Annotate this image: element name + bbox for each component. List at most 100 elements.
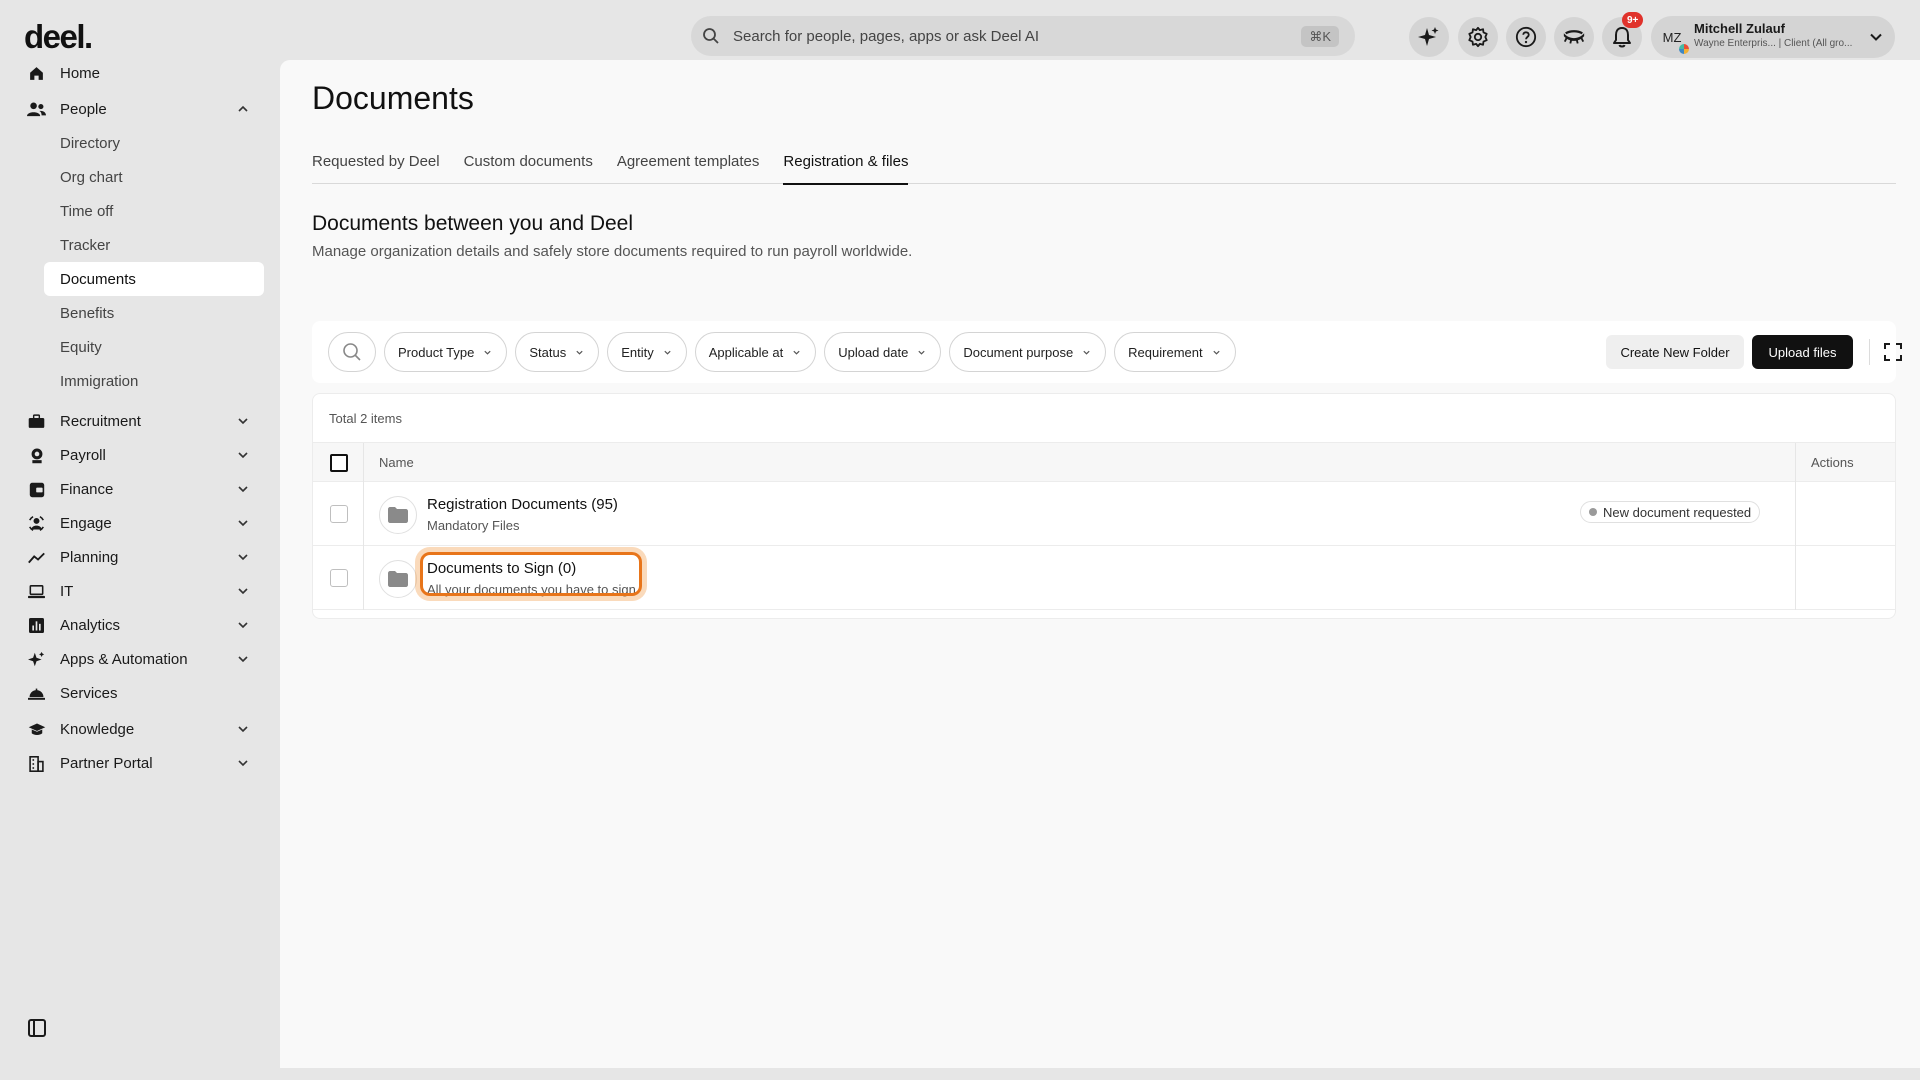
- filter-label: Upload date: [838, 344, 909, 360]
- filter-applicable-at[interactable]: Applicable at: [694, 332, 817, 372]
- sidebar-subitem-immigration[interactable]: Immigration: [0, 364, 280, 398]
- settings-button[interactable]: [1458, 17, 1498, 57]
- upload-files-button[interactable]: Upload files: [1752, 335, 1853, 369]
- sidebar-item-label: People: [60, 100, 107, 118]
- total-count: Total 2 items: [329, 411, 402, 426]
- chevron-down-icon[interactable]: [236, 448, 250, 462]
- filter-label: Requirement: [1128, 344, 1203, 360]
- sidebar-item-planning[interactable]: Planning: [0, 540, 280, 574]
- search-input[interactable]: [733, 16, 1253, 56]
- sidebar-item-label: Partner Portal: [60, 754, 153, 772]
- chevron-down-icon: [1870, 33, 1882, 41]
- chevron-down-icon[interactable]: [236, 652, 250, 666]
- filter-product-type[interactable]: Product Type: [384, 332, 508, 372]
- chevron-down-icon[interactable]: [236, 482, 250, 496]
- tab-registration-files[interactable]: Registration & files: [783, 152, 909, 185]
- chevron-down-icon: [1212, 350, 1220, 355]
- sidebar-item-label: Analytics: [60, 616, 121, 634]
- sidebar-item-finance[interactable]: Finance: [0, 472, 280, 506]
- sidebar-item-payroll[interactable]: Payroll: [0, 438, 280, 472]
- chevron-down-icon[interactable]: [236, 584, 250, 598]
- folder-title[interactable]: Documents to Sign (0): [427, 560, 576, 577]
- chevron-down-icon[interactable]: [236, 722, 250, 736]
- sidebar-subitem-label: Directory: [60, 134, 121, 152]
- sidebar-subitem-org-chart[interactable]: Org chart: [0, 160, 280, 194]
- sidebar-subitem-tracker[interactable]: Tracker: [0, 228, 280, 262]
- sidebar-item-label: Services: [60, 684, 118, 702]
- sidebar-subitem-benefits[interactable]: Benefits: [0, 296, 280, 330]
- sidebar-item-engage[interactable]: Engage: [0, 506, 280, 540]
- people-icon: [27, 100, 46, 119]
- select-all-checkbox[interactable]: [330, 454, 348, 472]
- global-search[interactable]: ⌘K: [691, 16, 1355, 56]
- sidebar-subitem-label: Benefits: [60, 304, 115, 322]
- column-header-actions: Actions: [1811, 455, 1854, 470]
- column-divider: [363, 482, 364, 546]
- sidebar-subitem-label: Org chart: [60, 168, 123, 186]
- filter-status[interactable]: Status: [515, 332, 600, 372]
- notification-badge: 9+: [1622, 12, 1644, 28]
- filter-requirement[interactable]: Requirement: [1114, 332, 1236, 372]
- sidebar-collapse-icon[interactable]: [28, 1019, 46, 1037]
- sidebar-item-services[interactable]: Services: [0, 676, 280, 710]
- sidebar-item-home[interactable]: Home: [0, 56, 280, 90]
- folder-icon: [379, 560, 417, 598]
- status-dot: [1589, 508, 1597, 516]
- chevron-down-icon[interactable]: [236, 550, 250, 564]
- filter-label: Product Type: [398, 344, 475, 360]
- search-icon: [703, 28, 719, 44]
- deel-logo[interactable]: deel.: [24, 18, 93, 56]
- tab-custom-documents[interactable]: Custom documents: [464, 152, 593, 184]
- documents-table: Total 2 items Name Actions Registration …: [312, 393, 1896, 619]
- chevron-down-icon[interactable]: [236, 414, 250, 428]
- column-header-name[interactable]: Name: [379, 455, 414, 470]
- divider: [1869, 339, 1870, 365]
- column-divider: [1795, 546, 1796, 610]
- help-button[interactable]: [1506, 17, 1546, 57]
- column-divider: [363, 546, 364, 610]
- sidebar-item-analytics[interactable]: Analytics: [0, 608, 280, 642]
- chevron-down-icon[interactable]: [236, 516, 250, 530]
- chevron-down-icon: [664, 350, 671, 355]
- user-profile-menu[interactable]: MZ Mitchell Zulauf Wayne Enterpris... | …: [1651, 16, 1895, 58]
- sidebar-subitem-equity[interactable]: Equity: [0, 330, 280, 364]
- filter-document-purpose[interactable]: Document purpose: [949, 332, 1107, 372]
- table-row[interactable]: Documents to Sign (0) All your documents…: [313, 546, 1895, 610]
- finance-icon: [27, 480, 46, 499]
- chevron-up-icon[interactable]: [236, 102, 250, 116]
- expand-icon[interactable]: [1883, 342, 1903, 362]
- sidebar-item-recruitment[interactable]: Recruitment: [0, 404, 280, 438]
- chevron-down-icon[interactable]: [236, 618, 250, 632]
- column-divider: [363, 443, 364, 483]
- sidebar-item-people[interactable]: People: [0, 92, 280, 126]
- sidebar-item-apps-automation[interactable]: Apps & Automation: [0, 642, 280, 676]
- search-shortcut: ⌘K: [1301, 26, 1339, 47]
- gear-icon: [1468, 26, 1488, 48]
- row-checkbox[interactable]: [330, 505, 348, 523]
- filter-search-button[interactable]: [328, 332, 376, 372]
- sidebar-subitem-label: Immigration: [60, 372, 139, 390]
- home-icon: [27, 64, 46, 83]
- sidebar-subitem-time-off[interactable]: Time off: [0, 194, 280, 228]
- create-folder-button[interactable]: Create New Folder: [1606, 335, 1744, 369]
- tab-agreement-templates[interactable]: Agreement templates: [617, 152, 760, 184]
- folder-title[interactable]: Registration Documents (95): [427, 496, 618, 513]
- ai-sparkle-button[interactable]: [1409, 17, 1449, 57]
- privacy-mode-button[interactable]: [1554, 17, 1594, 57]
- laptop-icon: [27, 582, 46, 601]
- sidebar-item-partner-portal[interactable]: Partner Portal: [0, 746, 280, 780]
- sidebar-subitem-directory[interactable]: Directory: [0, 126, 280, 160]
- table-row[interactable]: Registration Documents (95) Mandatory Fi…: [313, 482, 1895, 546]
- sidebar-item-knowledge[interactable]: Knowledge: [0, 712, 280, 746]
- document-tabs: Requested by Deel Custom documents Agree…: [312, 152, 1896, 185]
- section-title: Documents between you and Deel: [312, 212, 634, 235]
- filter-entity[interactable]: Entity: [607, 332, 687, 372]
- chevron-down-icon: [1083, 350, 1090, 355]
- sidebar-subitem-documents[interactable]: Documents: [44, 262, 264, 296]
- tab-requested-by-deel[interactable]: Requested by Deel: [312, 152, 440, 184]
- chevron-down-icon[interactable]: [236, 756, 250, 770]
- row-checkbox[interactable]: [330, 569, 348, 587]
- sidebar-item-it[interactable]: IT: [0, 574, 280, 608]
- services-icon: [27, 684, 46, 703]
- filter-upload-date[interactable]: Upload date: [824, 332, 942, 372]
